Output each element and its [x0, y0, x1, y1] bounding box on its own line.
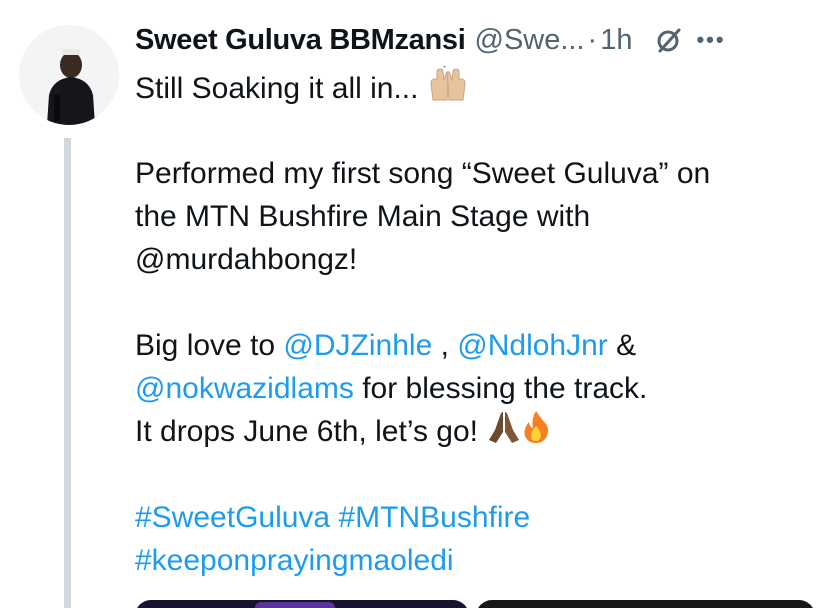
text-segment: & [607, 329, 637, 362]
separator-dot: · [587, 24, 598, 56]
text-line: #SweetGuluva #MTNBushfire [135, 496, 815, 539]
text-line: Performed my first song “Sweet Guluva” o… [135, 157, 711, 190]
mention-link-ndlohjnr[interactable]: @NdlohJnr [457, 329, 608, 362]
display-name[interactable]: Sweet Guluva BBMzansi [135, 20, 466, 60]
avatar-photo [19, 25, 119, 125]
text-segment: Big love to [135, 329, 284, 362]
text-line: @nokwazidlams for blessing the track. [135, 367, 815, 410]
media-image-1[interactable] [135, 600, 469, 608]
timestamp[interactable]: 1h [600, 20, 632, 60]
text-segment: It drops June 6th, let’s go! [135, 415, 487, 448]
text-line: Still Soaking it all in... [135, 63, 815, 109]
more-options-icon[interactable]: ••• [696, 20, 725, 60]
text-line: @murdahbongz! [135, 243, 358, 276]
user-handle[interactable]: @Swe... [475, 20, 585, 60]
mention-link-nokwazidlams[interactable]: @nokwazidlams [135, 372, 354, 405]
media-image-2[interactable] [476, 600, 815, 608]
media-grid [135, 600, 815, 608]
text-line: Big love to @DJZinhle , @NdlohJnr & [135, 324, 815, 367]
text-line: #keeponprayingmaoledi [135, 539, 815, 582]
raised-hands-emoji [427, 63, 469, 114]
hashtag-link-mtnbushfire[interactable]: #MTNBushfire [338, 501, 530, 534]
tweet-header: Sweet Guluva BBMzansi @Swe... · 1h ••• [135, 20, 805, 60]
avatar[interactable] [19, 25, 119, 125]
tweet-text: Still Soaking it all in... Performed my … [135, 63, 815, 582]
thread-line [64, 138, 71, 608]
hashtag-link-keeponprayingmaoledi[interactable]: #keeponprayingmaoledi [135, 544, 454, 577]
folded-hands-emoji [486, 410, 522, 456]
mention-link-djzinhle[interactable]: @DJZinhle [283, 329, 432, 362]
text-segment: , [432, 329, 458, 362]
text-segment: for blessing the track. [353, 372, 648, 405]
grok-icon[interactable] [654, 25, 684, 55]
tweet[interactable]: Sweet Guluva BBMzansi @Swe... · 1h ••• S… [0, 0, 817, 608]
hashtag-link-sweetguluva[interactable]: #SweetGuluva [135, 501, 330, 534]
text-line: It drops June 6th, let’s go! [135, 410, 815, 453]
text-segment: Still Soaking it all in... [135, 71, 419, 105]
fire-emoji [522, 410, 550, 456]
text-line: the MTN Bushfire Main Stage with [135, 200, 591, 233]
